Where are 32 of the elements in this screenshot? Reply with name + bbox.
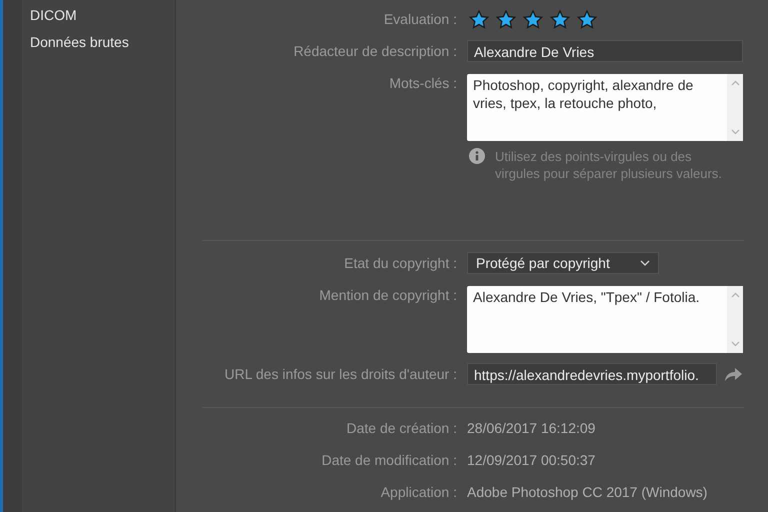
field-label: Date de modification : [322,452,457,468]
scrollbar[interactable] [727,74,743,141]
star-icon[interactable] [523,10,543,28]
star-icon[interactable] [496,10,516,28]
text-area[interactable]: Photoshop, copyright, alexandre de vries, tpex, la retouche photo, [467,74,743,141]
field-value: 28/06/2017 16:12:09 [467,420,596,436]
chevron-up-icon[interactable] [730,80,740,86]
info-icon [469,148,485,164]
field-label: Mots-clés : [389,74,457,91]
dropdown[interactable]: Protégé par copyright [467,252,659,274]
sidebar-item[interactable]: DICOM [30,6,167,25]
field-label: Mention de copyright : [319,286,457,303]
star-icon[interactable] [550,10,570,28]
field-label: Application : [380,484,457,500]
chevron-up-icon[interactable] [730,292,740,298]
text-area[interactable]: Alexandre De Vries, "Tpex" / Fotolia. [467,286,743,353]
url-field[interactable]: https://alexandredevries.myportfolio. [467,363,717,385]
share-arrow-icon[interactable] [723,366,743,382]
star-icon[interactable] [577,10,597,28]
field-value: Adobe Photoshop CC 2017 (Windows) [467,484,708,500]
scrollbar[interactable] [727,286,743,353]
field-label: URL des infos sur les droits d'auteur : [224,366,457,382]
field-label: Date de création : [346,420,457,436]
field-label: Rédacteur de description : [294,43,457,59]
field-label: Etat du copyright : [344,255,457,271]
text-field[interactable]: Alexandre De Vries [467,40,743,62]
chevron-down-icon[interactable] [640,260,650,266]
star-icon[interactable] [469,10,489,28]
sidebar-item[interactable]: Données brutes [30,33,167,52]
field-label: Evaluation : [384,11,457,27]
hint-text: Utilisez des points-virgules ou des virgules pour séparer plusieurs valeurs. [495,148,723,182]
field-value: 12/09/2017 00:50:37 [467,452,596,468]
